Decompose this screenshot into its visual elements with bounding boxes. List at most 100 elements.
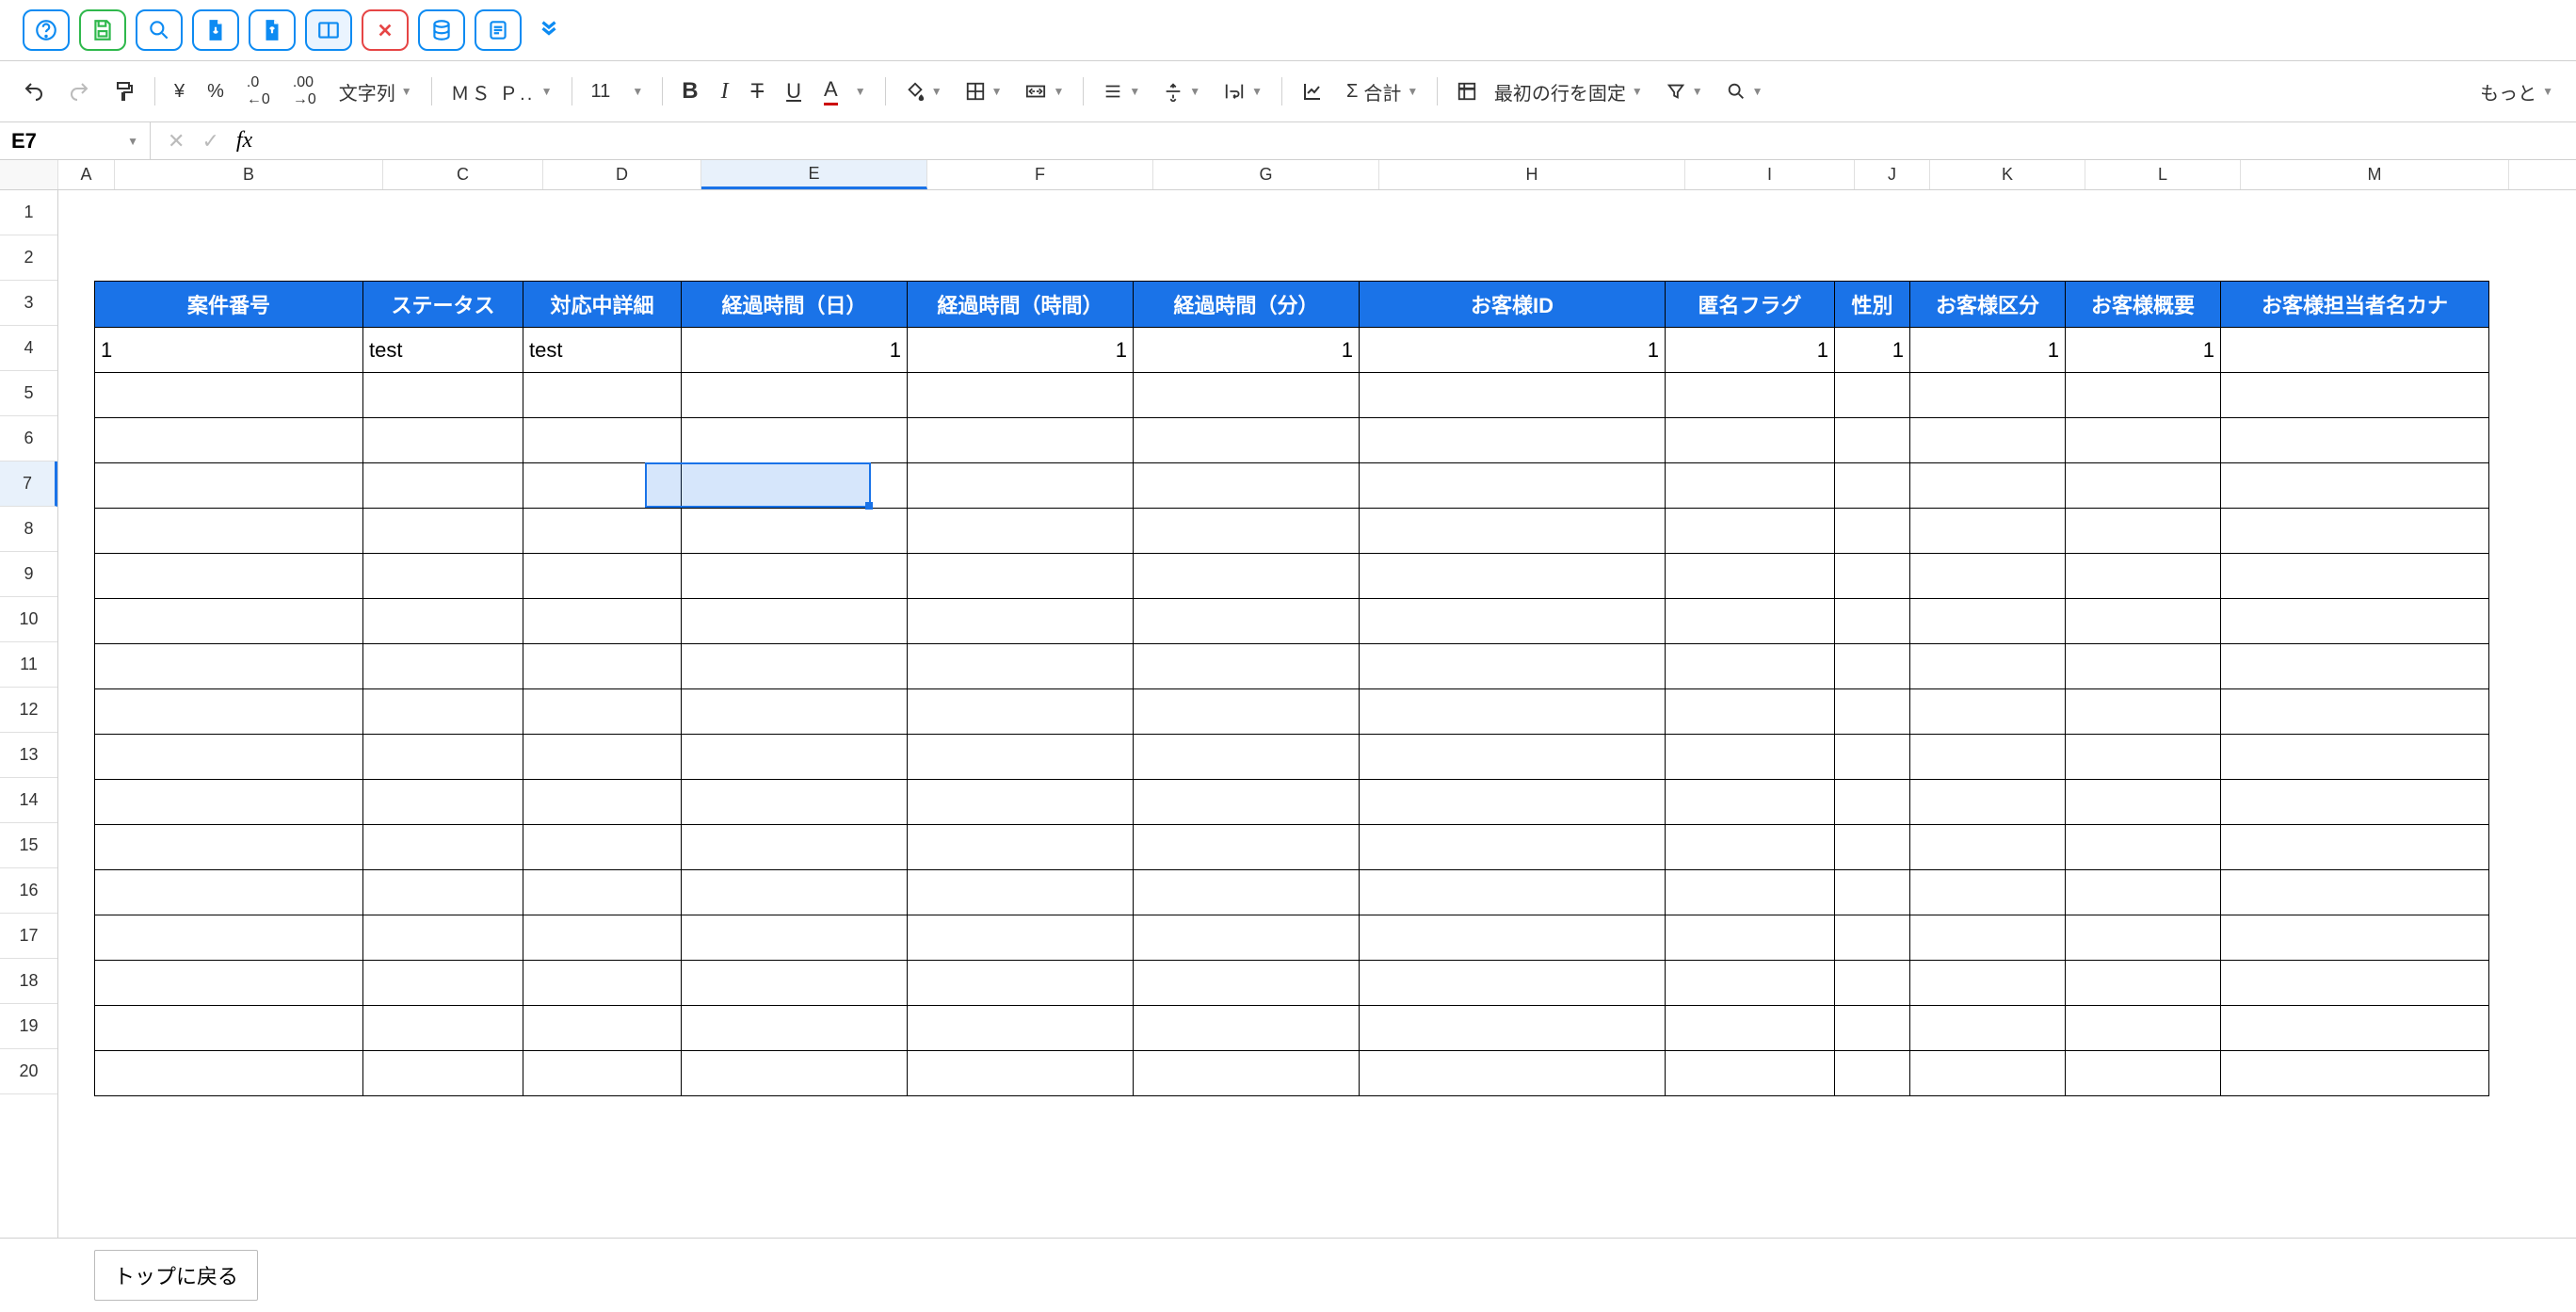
vertical-align-button[interactable]: ▼ [1153,74,1210,108]
table-cell[interactable] [2066,870,2221,915]
table-cell[interactable] [1910,463,2066,509]
table-cell[interactable] [2066,373,2221,418]
table-cell[interactable] [2221,644,2489,689]
column-header-I[interactable]: I [1685,160,1855,189]
table-cell[interactable] [523,463,682,509]
table-cell[interactable] [2066,418,2221,463]
row-header-3[interactable]: 3 [0,281,57,326]
table-cell[interactable] [1134,1051,1360,1096]
table-cell[interactable] [1360,644,1666,689]
table-cell[interactable] [682,961,908,1006]
autosum-button[interactable]: Σ合計 ▼ [1337,73,1427,111]
table-cell[interactable] [2066,825,2221,870]
table-cell[interactable] [908,870,1134,915]
table-cell[interactable]: 1 [2066,328,2221,373]
table-cell[interactable] [1835,915,1910,961]
table-cell[interactable] [523,1006,682,1051]
table-cell[interactable] [1666,961,1835,1006]
table-cell[interactable] [95,1051,363,1096]
table-cell[interactable] [682,1006,908,1051]
table-cell[interactable] [95,1006,363,1051]
table-cell[interactable] [1134,780,1360,825]
table-cell[interactable]: 1 [95,328,363,373]
row-header-20[interactable]: 20 [0,1049,57,1094]
row-header-13[interactable]: 13 [0,733,57,778]
table-cell[interactable] [908,463,1134,509]
table-cell[interactable] [523,644,682,689]
table-cell[interactable] [95,463,363,509]
row-header-19[interactable]: 19 [0,1004,57,1049]
table-cell[interactable] [1360,599,1666,644]
row-header-12[interactable]: 12 [0,688,57,733]
table-cell[interactable] [1835,418,1910,463]
table-cell[interactable] [1360,825,1666,870]
table-cell[interactable]: 1 [908,328,1134,373]
table-cell[interactable] [523,961,682,1006]
table-cell[interactable] [1666,870,1835,915]
table-cell[interactable] [95,373,363,418]
table-cell[interactable] [1910,870,2066,915]
table-cell[interactable] [2066,1051,2221,1096]
table-cell[interactable] [682,418,908,463]
table-cell[interactable] [363,509,523,554]
table-cell[interactable] [2066,915,2221,961]
table-cell[interactable] [1666,1006,1835,1051]
table-cell[interactable] [1910,961,2066,1006]
table-cell[interactable] [1835,644,1910,689]
table-cell[interactable] [1835,825,1910,870]
table-cell[interactable] [908,554,1134,599]
table-cell[interactable] [1360,554,1666,599]
table-cell[interactable] [2221,961,2489,1006]
table-cell[interactable] [363,825,523,870]
close-button[interactable] [362,9,409,51]
row-header-17[interactable]: 17 [0,914,57,959]
fx-icon[interactable]: fx [236,128,252,154]
help-button[interactable] [23,9,70,51]
table-cell[interactable] [363,463,523,509]
row-header-4[interactable]: 4 [0,326,57,371]
find-button[interactable]: ▼ [1716,74,1773,108]
table-cell[interactable] [682,780,908,825]
row-header-1[interactable]: 1 [0,190,57,235]
table-cell[interactable] [1134,644,1360,689]
table-header[interactable]: お客様ID [1360,282,1666,328]
table-cell[interactable] [2066,599,2221,644]
table-cell[interactable] [523,689,682,735]
font-color-button[interactable]: A ▼ [814,72,876,111]
table-cell[interactable] [363,644,523,689]
table-cell[interactable] [1666,689,1835,735]
column-header-C[interactable]: C [383,160,543,189]
table-cell[interactable] [2066,644,2221,689]
table-cell[interactable] [363,735,523,780]
table-cell[interactable] [1910,418,2066,463]
table-cell[interactable] [2066,961,2221,1006]
table-cell[interactable] [2066,554,2221,599]
table-cell[interactable] [908,780,1134,825]
table-header[interactable]: お客様概要 [2066,282,2221,328]
table-cell[interactable] [1910,509,2066,554]
table-cell[interactable] [1360,689,1666,735]
table-cell[interactable] [1134,373,1360,418]
table-cell[interactable] [95,689,363,735]
table-cell[interactable] [1835,961,1910,1006]
table-cell[interactable] [523,825,682,870]
table-cell[interactable] [363,1051,523,1096]
table-cell[interactable] [1360,870,1666,915]
table-cell[interactable] [2221,1006,2489,1051]
font-family-dropdown[interactable]: ＭＳ Ｐ... ▼ [442,73,562,111]
table-cell[interactable] [95,825,363,870]
table-cell[interactable] [95,418,363,463]
table-cell[interactable] [363,554,523,599]
currency-yen-button[interactable]: ¥ [165,74,194,108]
table-cell[interactable] [2066,1006,2221,1051]
table-cell[interactable] [523,1051,682,1096]
table-cell[interactable] [363,870,523,915]
percent-button[interactable]: % [198,74,233,108]
table-cell[interactable] [682,1051,908,1096]
row-header-11[interactable]: 11 [0,642,57,688]
table-cell[interactable]: 1 [1666,328,1835,373]
table-cell[interactable] [1360,509,1666,554]
freeze-panes-button[interactable]: 最初の行を固定▼ [1447,73,1651,111]
table-cell[interactable] [908,915,1134,961]
merge-cells-button[interactable]: ▼ [1015,74,1073,108]
